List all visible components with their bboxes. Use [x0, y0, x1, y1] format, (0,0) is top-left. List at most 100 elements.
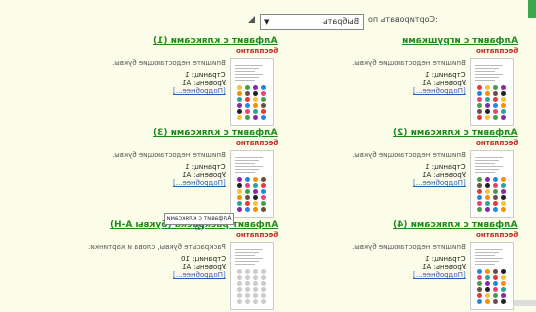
horizontal-scrollbar[interactable]	[514, 300, 536, 306]
thumbnail-blot	[501, 103, 506, 108]
card-more-link[interactable]: [Подробнее...]	[413, 179, 466, 187]
thumbnail-blot	[477, 103, 482, 108]
card-more-link[interactable]: [Подробнее...]	[173, 271, 226, 279]
card-title-link[interactable]: Алфавит с кляксами (1)	[153, 36, 278, 46]
thumbnail-blot	[485, 109, 490, 114]
thumbnail-blot	[485, 293, 490, 298]
thumbnail-blot	[237, 299, 242, 304]
sort-select-value: Выбрать	[322, 17, 359, 26]
thumbnail-blot	[501, 109, 506, 114]
thumbnail-blot	[493, 97, 498, 102]
thumbnail-blot	[261, 189, 266, 194]
card-pages: Страниц: 10	[180, 255, 226, 263]
thumbnail-line	[235, 77, 259, 78]
worksheet-thumbnail[interactable]	[230, 242, 274, 310]
card-more-link[interactable]: [Подробнее...]	[413, 87, 466, 95]
thumbnail-blot	[237, 103, 242, 108]
worksheet-thumbnail[interactable]	[470, 242, 514, 310]
worksheet-thumbnail[interactable]	[230, 150, 274, 218]
thumbnail-blot	[501, 97, 506, 102]
card-level: Уровень: A1	[422, 263, 466, 271]
card-title-link[interactable]: Алфавит с кляксами (4)	[393, 220, 518, 230]
worksheet-thumbnail[interactable]	[470, 58, 514, 126]
thumbnail-blot	[253, 97, 258, 102]
thumbnail-blot	[237, 287, 242, 292]
thumbnail-blot	[261, 281, 266, 286]
thumbnail-line	[235, 166, 263, 167]
thumbnail-blot	[245, 287, 250, 292]
thumbnail-blot	[245, 97, 250, 102]
thumbnail-blot	[261, 97, 266, 102]
thumbnail-blot	[261, 195, 266, 200]
card-pages: Страниц: 1	[185, 71, 226, 79]
thumbnail-blot	[501, 207, 506, 212]
thumbnail-blot	[245, 269, 250, 274]
thumbnail-blot	[493, 269, 498, 274]
thumbnail-line	[475, 172, 495, 173]
card-price: бесплатно	[235, 231, 278, 239]
thumbnail-blot	[477, 287, 482, 292]
thumbnail-line	[475, 166, 503, 167]
thumbnail-blot	[253, 293, 258, 298]
thumbnail-blot	[237, 195, 242, 200]
thumbnail-blot	[485, 269, 490, 274]
thumbnail-line	[235, 252, 259, 253]
card-level: Уровень: A1	[182, 79, 226, 87]
card-description: Впишите недостающие буквы.	[112, 59, 226, 67]
thumbnail-blot	[245, 91, 250, 96]
thumbnail-blot	[477, 85, 482, 90]
thumbnail-blot	[501, 115, 506, 120]
thumbnail-line	[235, 71, 255, 72]
thumbnail-blot	[253, 189, 258, 194]
card-price: бесплатно	[475, 139, 518, 147]
sort-bar: ▼ Выбрать :Сортировать по	[248, 14, 470, 30]
thumbnail-line	[235, 160, 259, 161]
thumbnail-blot	[245, 275, 250, 280]
thumbnail-blot	[253, 281, 258, 286]
thumbnail-blot	[493, 85, 498, 90]
thumbnail-blot	[493, 195, 498, 200]
card-more-link[interactable]: [Подробнее...]	[173, 179, 226, 187]
thumbnail-blot	[477, 275, 482, 280]
card-title-link[interactable]: Алфавит с игрушками	[402, 36, 518, 46]
card-more-link[interactable]: [Подробнее...]	[173, 87, 226, 95]
thumbnail-blot	[477, 115, 482, 120]
thumbnail-blot	[493, 287, 498, 292]
thumbnail-blot	[477, 269, 482, 274]
thumbnail-line	[475, 252, 499, 253]
thumbnail-line	[235, 264, 255, 265]
card-more-link[interactable]: [Подробнее...]	[413, 271, 466, 279]
thumbnail-line	[475, 74, 503, 75]
thumbnail-line	[475, 65, 503, 66]
thumbnail-line	[235, 249, 263, 250]
thumbnail-blot	[237, 115, 242, 120]
thumbnail-blot	[493, 115, 498, 120]
worksheet-thumbnail[interactable]	[230, 58, 274, 126]
card-description: Раскрасьте буквы, слова и картинки.	[88, 243, 226, 251]
edge-scroll-tab[interactable]	[528, 0, 536, 18]
thumbnail-blot	[477, 177, 482, 182]
thumbnail-blot	[253, 275, 258, 280]
worksheet-thumbnail[interactable]	[470, 150, 514, 218]
card-level: Уровень: A1	[182, 171, 226, 179]
thumbnail-line	[235, 172, 255, 173]
thumbnail-blot	[253, 299, 258, 304]
thumbnail-blot	[253, 207, 258, 212]
sort-select[interactable]: ▼ Выбрать	[260, 14, 364, 30]
thumbnail-blot	[245, 201, 250, 206]
thumbnail-blot	[253, 183, 258, 188]
worksheet-card: Алфавит с игрушками бесплатно Впишите не…	[288, 36, 518, 128]
thumbnail-blot	[493, 201, 498, 206]
thumbnail-blot	[237, 207, 242, 212]
thumbnail-blot	[261, 299, 266, 304]
thumbnail-blot	[493, 299, 498, 304]
card-title-link[interactable]: Алфавит с кляксами (3)	[153, 128, 278, 138]
thumbnail-blot	[245, 189, 250, 194]
thumbnail-line	[475, 157, 503, 158]
card-price: бесплатно	[475, 47, 518, 55]
card-price: бесплатно	[235, 47, 278, 55]
thumbnail-blot	[501, 269, 506, 274]
thumbnail-blot	[501, 91, 506, 96]
card-title-link[interactable]: Алфавит с кляксами (2)	[393, 128, 518, 138]
thumbnail-line	[235, 258, 263, 259]
